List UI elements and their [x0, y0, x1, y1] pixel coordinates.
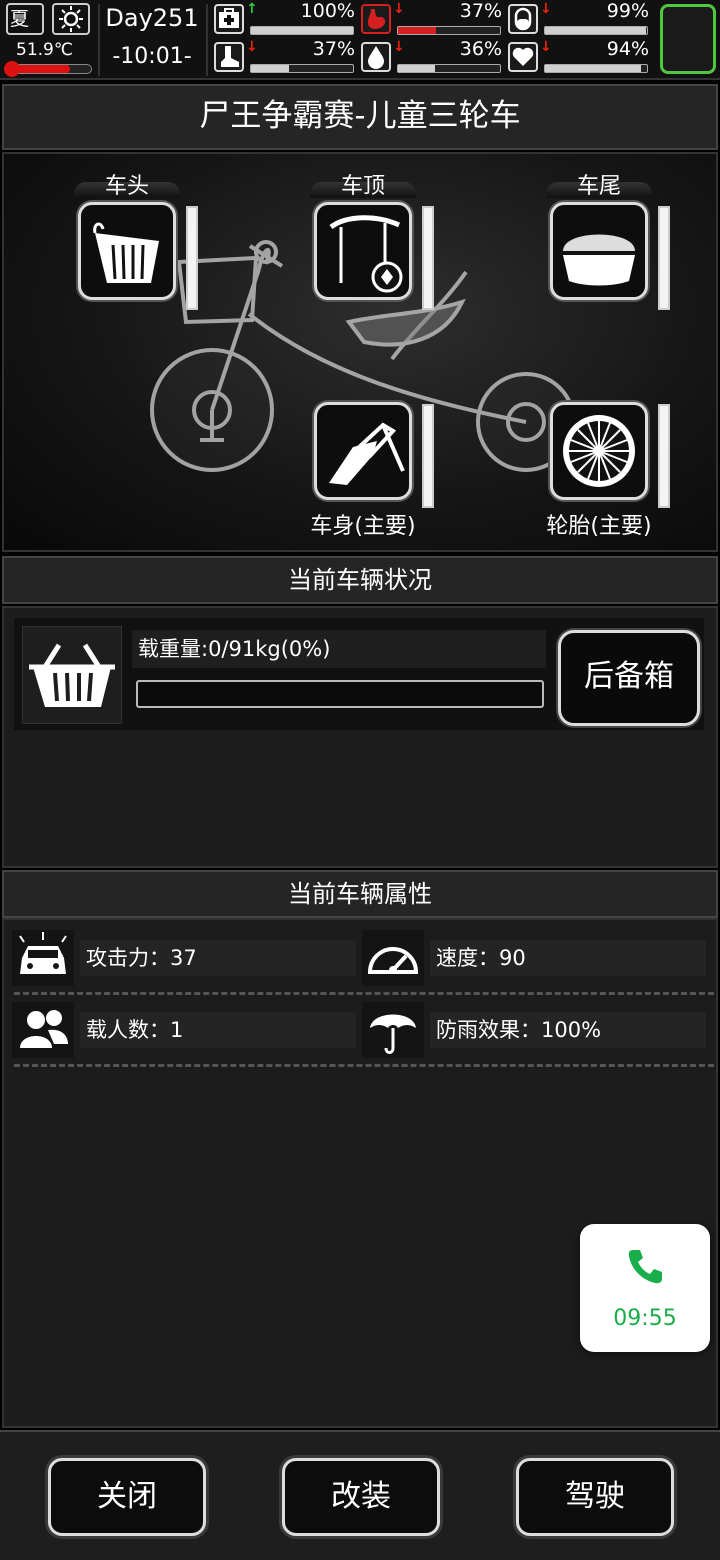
- sanity-stat: ↓ 99%: [508, 0, 653, 38]
- thirst-trend-arrow: ↓: [393, 39, 405, 55]
- thirst-value: 36%: [459, 38, 502, 60]
- sun-icon: [52, 3, 90, 35]
- season-indicator: 夏: [6, 3, 44, 35]
- stamina-bar: [250, 64, 354, 73]
- thirst-bar-fill: [398, 65, 435, 72]
- season-label: 夏: [10, 8, 30, 30]
- phone-icon: [628, 1250, 662, 1284]
- health-value: 100%: [300, 0, 355, 22]
- health-bar-fill: [251, 27, 353, 34]
- passenger-value: 载人数：1: [80, 1012, 356, 1048]
- close-button[interactable]: 关闭: [48, 1458, 206, 1536]
- condition-panel: 载重量:0/91kg(0%) 后备箱: [2, 606, 718, 868]
- hunger-trend-arrow: ↓: [393, 1, 405, 17]
- slot-tail-label: 车尾: [576, 174, 621, 199]
- slot-body-label: 车身(主要): [310, 514, 416, 539]
- hunger-bar-fill: [398, 27, 436, 34]
- status-bar: 夏 51.9℃ Day251 -10:01- ↑ 100% ↓ 37% ↓ 99…: [0, 0, 720, 80]
- hunger-value: 37%: [459, 0, 502, 22]
- divider: [14, 1064, 714, 1067]
- trunk-icon[interactable]: [550, 202, 648, 300]
- car-crash-icon: [12, 930, 74, 986]
- stomach-icon: [361, 4, 391, 34]
- speedometer-icon: [362, 930, 424, 986]
- hunger-bar: [397, 26, 501, 35]
- mood-stat: ↓ 94%: [508, 38, 653, 76]
- thirst-bar: [397, 64, 501, 73]
- speed-value: 速度：90: [430, 940, 706, 976]
- stamina-stat: ↓ 37%: [214, 38, 359, 76]
- sanity-bar: [544, 26, 648, 35]
- temperature-readout: 51.9℃: [16, 40, 73, 60]
- mood-value: 94%: [606, 38, 649, 60]
- thirst-stat: ↓ 36%: [361, 38, 506, 76]
- stamina-bar-fill: [251, 65, 289, 72]
- vehicle-title: 尸王争霸赛-儿童三轮车: [2, 84, 718, 150]
- sanity-bar-fill: [545, 27, 646, 34]
- hunger-stat: ↓ 37%: [361, 0, 506, 38]
- medkit-icon: [214, 4, 244, 34]
- load-capacity-text: 载重量:0/91kg(0%): [132, 630, 546, 668]
- mood-bar-fill: [545, 65, 641, 72]
- divider: [206, 4, 208, 76]
- game-clock: -10:01-: [112, 44, 192, 69]
- slot-top-durability-gauge: [422, 206, 434, 310]
- footer-bar: 关闭 改装 驾驶: [0, 1430, 720, 1560]
- wheel-icon[interactable]: [550, 402, 648, 500]
- pill-icon: [508, 4, 538, 34]
- call-widget[interactable]: 09:55: [580, 1224, 710, 1352]
- stamina-trend-arrow: ↓: [246, 39, 258, 55]
- heart-icon: [508, 42, 538, 72]
- basket-icon[interactable]: [78, 202, 176, 300]
- mood-trend-arrow: ↓: [540, 39, 552, 55]
- sanity-trend-arrow: ↓: [540, 1, 552, 17]
- foot-icon: [214, 42, 244, 72]
- slot-tire-durability-gauge: [658, 404, 670, 508]
- slot-head-durability-gauge: [186, 206, 198, 310]
- mood-bar: [544, 64, 648, 73]
- health-stat: ↑ 100%: [214, 0, 359, 38]
- day-counter: Day251: [105, 4, 199, 32]
- cargo-basket-icon: [22, 626, 122, 724]
- load-row: 载重量:0/91kg(0%) 后备箱: [14, 618, 704, 730]
- rain-protection-value: 防雨效果：100%: [430, 1012, 706, 1048]
- trunk-button[interactable]: 后备箱: [558, 630, 700, 726]
- attributes-heading: 当前车辆属性: [2, 870, 718, 918]
- drive-button[interactable]: 驾驶: [516, 1458, 674, 1536]
- canopy-icon[interactable]: [314, 202, 412, 300]
- health-bar: [250, 26, 354, 35]
- load-capacity-bar: [136, 680, 544, 708]
- slot-body-durability-gauge: [422, 404, 434, 508]
- slot-head-label: 车头: [104, 174, 149, 199]
- health-trend-arrow: ↑: [246, 1, 258, 17]
- divider: [14, 992, 714, 995]
- people-icon: [12, 1002, 74, 1058]
- thermometer-bulb-icon: [4, 61, 20, 77]
- condition-heading: 当前车辆状况: [2, 556, 718, 604]
- stamina-value: 37%: [312, 38, 355, 60]
- call-duration: 09:55: [613, 1306, 677, 1331]
- slot-tail-durability-gauge: [658, 206, 670, 310]
- slot-top-label: 车顶: [340, 174, 385, 199]
- attack-value: 攻击力：37: [80, 940, 356, 976]
- umbrella-icon: [362, 1002, 424, 1058]
- divider: [98, 4, 100, 76]
- slot-tire-label: 轮胎(主要): [546, 514, 652, 539]
- frame-icon[interactable]: [314, 402, 412, 500]
- water-drop-icon: [361, 42, 391, 72]
- modify-button[interactable]: 改装: [282, 1458, 440, 1536]
- menu-button[interactable]: [660, 4, 716, 74]
- sanity-value: 99%: [606, 0, 649, 22]
- vehicle-parts-view: 车头 车顶 车尾 车身(主要) 轮胎(主要): [2, 152, 718, 552]
